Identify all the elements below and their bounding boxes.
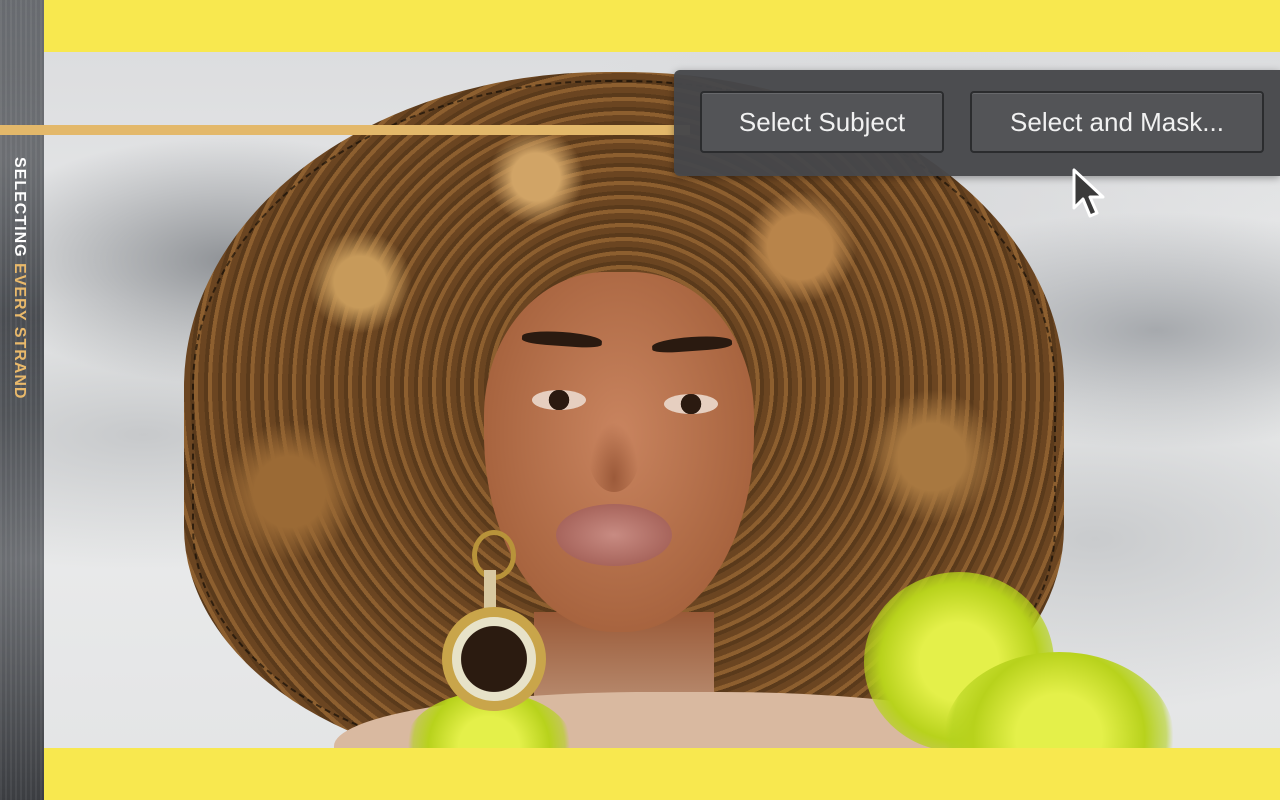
nose <box>589 422 639 492</box>
right-eye <box>664 394 718 414</box>
sidebar-title: SELECTING EVERY STRAND <box>10 157 28 399</box>
gold-accent-line <box>0 125 690 135</box>
earring-hoop <box>442 607 546 711</box>
bottom-yellow-band <box>44 748 1280 800</box>
select-and-mask-button[interactable]: Select and Mask... <box>970 91 1264 153</box>
earring-bar <box>484 570 496 612</box>
arrow-cursor-icon <box>1072 168 1105 218</box>
options-bar: Select Subject Select and Mask... <box>674 70 1280 176</box>
top-yellow-band <box>44 0 1280 52</box>
sidebar-title-accent: EVERY STRAND <box>11 263 28 400</box>
sidebar-title-part1: SELECTING <box>11 157 28 264</box>
sidebar-strip: SELECTING EVERY STRAND <box>0 0 44 800</box>
left-eye <box>532 390 586 410</box>
select-subject-button[interactable]: Select Subject <box>700 91 944 153</box>
lips <box>556 504 672 566</box>
